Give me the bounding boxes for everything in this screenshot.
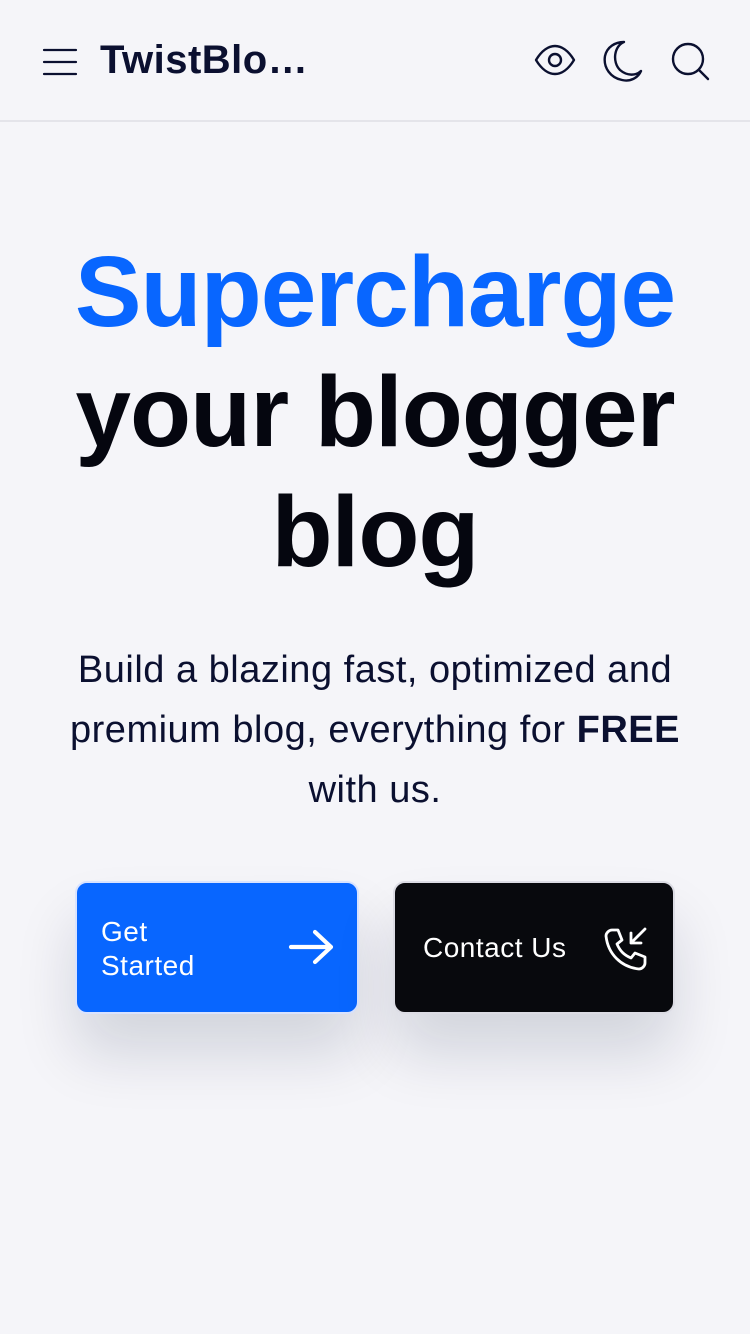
hero-title-accent: Supercharge: [74, 236, 676, 348]
hero-subtitle-end: with us.: [308, 769, 442, 811]
arrow-right-icon: [288, 929, 334, 965]
contact-us-button[interactable]: Contact Us: [393, 881, 675, 1014]
hero-title-line2: your blogger: [75, 356, 675, 468]
get-started-label: Get Started: [101, 916, 195, 981]
site-title[interactable]: TwistBlo…: [100, 36, 320, 84]
hero-subtitle: Build a blazing fast, optimized and prem…: [30, 640, 720, 820]
moon-icon[interactable]: [600, 38, 644, 82]
contact-us-label: Contact Us: [423, 932, 567, 963]
phone-incoming-icon: [604, 927, 647, 971]
menu-icon[interactable]: [38, 40, 82, 84]
search-icon[interactable]: [668, 38, 712, 82]
hero-title-line3: blog: [271, 476, 479, 588]
hero-subtitle-bold: FREE: [576, 709, 680, 751]
site-header: TwistBlo…: [0, 0, 750, 122]
hero-title: Supercharge your blogger blog: [0, 232, 750, 592]
eye-icon[interactable]: [533, 38, 577, 82]
get-started-button[interactable]: Get Started: [75, 881, 359, 1014]
